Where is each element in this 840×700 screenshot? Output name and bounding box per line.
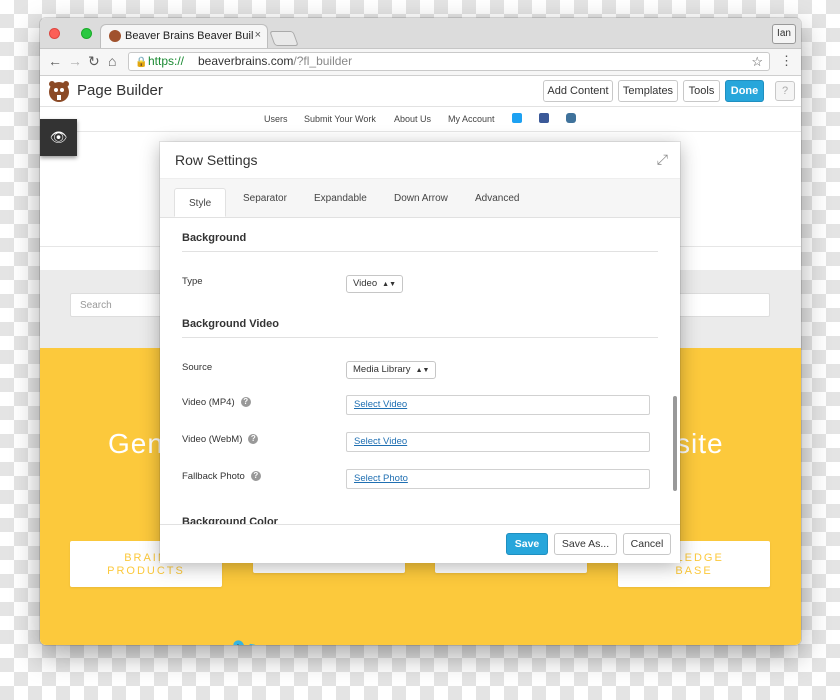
source-select[interactable]: Media Library ▲▼ [346, 361, 437, 379]
hero-heading-left: Gen [108, 428, 164, 459]
tab-down-arrow[interactable]: Down Arrow [394, 193, 448, 204]
save-button[interactable]: Save [506, 533, 548, 555]
add-content-button[interactable]: Add Content [543, 80, 613, 102]
beaver-favicon-icon [109, 30, 121, 42]
url-path: /?fl_builder [293, 54, 353, 68]
divider [40, 131, 801, 132]
forward-arrow-icon[interactable]: → [68, 53, 82, 69]
beaver-logo-icon [49, 81, 69, 102]
tab-advanced[interactable]: Advanced [475, 193, 519, 204]
browser-window: Beaver Brains Beaver Builder W × Ian ← →… [40, 18, 801, 645]
type-select[interactable]: Video ▲▼ [346, 275, 403, 293]
address-bar: ← → ↻ ⌂ 🔒 https:// beaverbrains.com/?fl_… [40, 49, 801, 76]
select-video-webm-link[interactable]: Select Video [354, 436, 407, 447]
nav-link-users[interactable]: Users [264, 114, 288, 124]
fallback-photo-label: Fallback Photo? [182, 471, 261, 482]
source-select-value: Media Library [353, 364, 411, 375]
fallback-photo-field: Select Photo [346, 469, 650, 489]
card-label-line2: BASE [675, 565, 713, 577]
done-button[interactable]: Done [725, 80, 764, 102]
tab-strip: Beaver Brains Beaver Builder W × Ian [40, 18, 801, 556]
tools-button[interactable]: Tools [683, 80, 720, 102]
select-photo-link[interactable]: Select Photo [354, 473, 408, 484]
nav-link-submit-your-work[interactable]: Submit Your Work [304, 114, 376, 124]
browser-menu-icon[interactable]: ⋮ [780, 53, 793, 69]
help-button[interactable]: ? [775, 81, 795, 101]
section-background-heading: Background [182, 232, 247, 244]
type-select-value: Video [353, 278, 378, 289]
cancel-button[interactable]: Cancel [623, 533, 671, 555]
select-video-mp4-link[interactable]: Select Video [354, 399, 407, 410]
facebook-icon[interactable] [539, 113, 549, 123]
tab-close-icon[interactable]: × [255, 29, 261, 41]
video-webm-label-text: Video (WebM) [182, 434, 243, 445]
video-webm-field: Select Video [346, 432, 650, 452]
nav-link-my-account[interactable]: My Account [448, 114, 495, 124]
url-host: beaverbrains.com [198, 54, 294, 68]
video-mp4-field: Select Video [346, 395, 650, 415]
section-divider [182, 337, 658, 338]
back-arrow-icon[interactable]: ← [48, 53, 62, 69]
reload-icon[interactable]: ↻ [88, 53, 100, 69]
browser-tab[interactable]: Beaver Brains Beaver Builder W × [100, 24, 268, 48]
video-mp4-label-text: Video (MP4) [182, 397, 235, 408]
tab-expandable[interactable]: Expandable [314, 193, 367, 204]
type-label: Type [182, 276, 203, 287]
fallback-photo-label-text: Fallback Photo [182, 471, 245, 482]
url-scheme: https:// [148, 54, 185, 68]
bookmark-star-icon[interactable]: ☆ [751, 53, 763, 70]
url-input[interactable]: 🔒 https:// beaverbrains.com/?fl_builder … [128, 52, 770, 71]
zoom-window-button[interactable] [81, 28, 92, 39]
hero-heading-right: site [676, 428, 724, 459]
save-as-button[interactable]: Save As... [554, 533, 617, 555]
section-divider [182, 251, 658, 252]
tab-separator[interactable]: Separator [243, 193, 287, 204]
video-mp4-label: Video (MP4)? [182, 397, 251, 408]
video-webm-label: Video (WebM)? [182, 434, 259, 445]
page-builder-title: Page Builder [77, 82, 163, 99]
twitter-bird-icon: 🐦 [230, 636, 650, 645]
help-question-icon[interactable]: ? [248, 434, 259, 445]
settings-scrollbar[interactable] [673, 396, 677, 491]
dialog-title: Row Settings [175, 152, 258, 168]
help-question-icon[interactable]: ? [250, 471, 261, 482]
section-background-color-heading: Background Color [182, 516, 278, 524]
preview-eye-button[interactable]: 👁 [40, 119, 77, 156]
row-settings-dialog: Row Settings ⤢ Style Separator Expandabl… [160, 142, 680, 563]
section-background-video-heading: Background Video [182, 318, 279, 330]
tab-style[interactable]: Style [174, 188, 227, 217]
nav-link-about-us[interactable]: About Us [394, 114, 431, 124]
settings-tabs: Style Separator Expandable Down Arrow Ad… [160, 179, 680, 218]
source-label: Source [182, 362, 213, 373]
new-tab-button[interactable] [269, 31, 299, 46]
twitter-icon[interactable] [512, 113, 522, 123]
profile-button[interactable]: Ian [772, 24, 796, 44]
instagram-icon[interactable] [566, 113, 576, 123]
select-arrows-icon: ▲▼ [415, 367, 430, 374]
close-window-button[interactable] [49, 28, 60, 39]
help-question-icon[interactable]: ? [240, 397, 251, 408]
select-arrows-icon: ▲▼ [382, 281, 396, 288]
card-label-line2: PRODUCTS [107, 565, 185, 577]
settings-body: Background Type Video ▲▼ Background Video… [160, 218, 680, 524]
expand-icon[interactable]: ⤢ [657, 151, 668, 168]
tab-title: Beaver Brains Beaver Builder W [125, 30, 253, 42]
dialog-header: Row Settings ⤢ [160, 142, 680, 179]
home-icon[interactable]: ⌂ [108, 53, 116, 69]
dialog-footer: Save Save As... Cancel [160, 524, 680, 563]
url-host-path: beaverbrains.com/?fl_builder [198, 53, 352, 70]
templates-button[interactable]: Templates [618, 80, 678, 102]
page-builder-bar: Page Builder Add Content Templates Tools… [40, 76, 801, 107]
lock-icon: 🔒 [135, 57, 148, 68]
site-nav: Users Submit Your Work About Us My Accou… [40, 107, 801, 131]
